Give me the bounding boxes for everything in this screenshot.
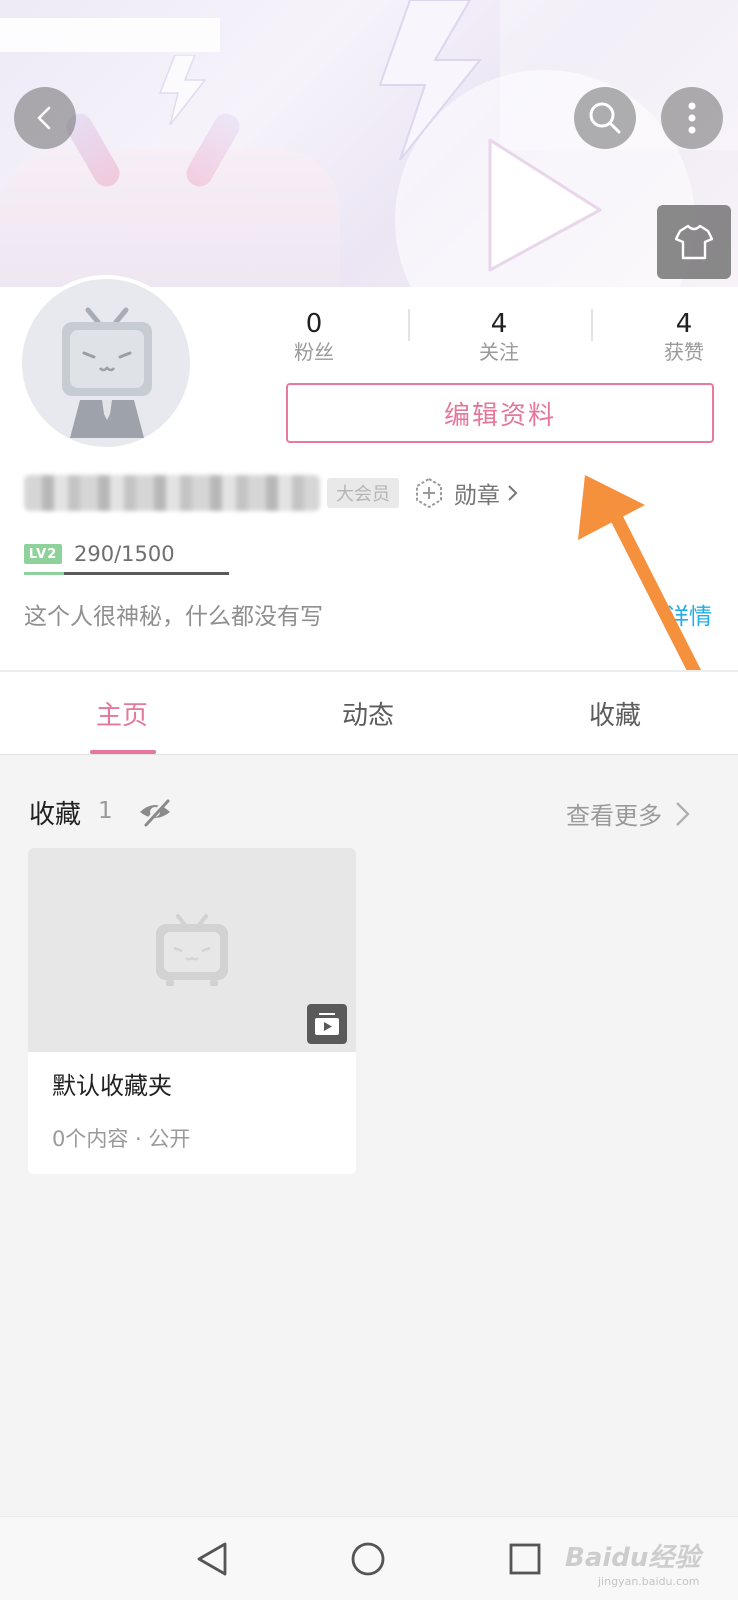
theme-dress-button[interactable] xyxy=(657,205,731,279)
folder-play-badge xyxy=(307,1004,347,1044)
banner-bolt-decoration xyxy=(158,55,207,125)
chevron-right-icon xyxy=(508,485,518,501)
banner-decoration xyxy=(0,150,340,287)
profile-banner xyxy=(0,0,738,287)
profile-tabs: 主页 动态 收藏 xyxy=(0,670,738,755)
more-icon xyxy=(688,102,696,134)
watermark-url: jingyan.baidu.com xyxy=(598,1575,700,1588)
favorite-folder-card[interactable]: 默认收藏夹 0个内容 · 公开 xyxy=(28,848,356,1174)
nav-home-icon xyxy=(351,1542,385,1576)
tab-dynamic[interactable]: 动态 xyxy=(293,672,443,755)
medal-link[interactable]: 勋章 xyxy=(414,473,518,513)
vip-badge[interactable]: 大会员 xyxy=(327,478,399,508)
theme-shirt-icon xyxy=(675,224,713,260)
favorites-title: 收藏 xyxy=(29,800,82,830)
folder-meta: 0个内容 · 公开 xyxy=(52,1127,191,1151)
watermark-logo: Baidu经验 xyxy=(565,1543,701,1573)
tab-favorites[interactable]: 收藏 xyxy=(540,672,690,755)
fans-count[interactable]: 0 粉丝 xyxy=(254,309,374,365)
avatar[interactable] xyxy=(18,275,194,451)
system-nav-bar: Baidu经验 jingyan.baidu.com xyxy=(0,1516,738,1600)
following-value: 4 xyxy=(490,309,508,339)
likes-label: 获赞 xyxy=(664,340,704,364)
more-options-button[interactable] xyxy=(661,87,723,149)
banner-decoration xyxy=(0,18,220,52)
medal-label: 勋章 xyxy=(454,483,500,509)
view-more-label: 查看更多 xyxy=(566,802,662,830)
nav-home-button[interactable] xyxy=(346,1537,390,1581)
active-tab-indicator xyxy=(90,750,156,754)
exp-text: 290/1500 xyxy=(74,542,175,566)
eye-off-icon[interactable] xyxy=(137,794,173,828)
level-badge: LV2 xyxy=(24,544,62,564)
folder-thumbnail xyxy=(28,848,356,1052)
banner-play-decoration xyxy=(488,138,602,272)
chevron-right-icon xyxy=(676,801,690,826)
fans-value: 0 xyxy=(305,309,323,339)
level-info: LV2 290/1500 xyxy=(24,539,175,569)
username-redacted xyxy=(24,475,320,511)
back-button[interactable] xyxy=(14,87,76,149)
tv-mascot-icon xyxy=(62,307,152,438)
nav-recent-button[interactable] xyxy=(503,1537,547,1581)
folder-name: 默认收藏夹 xyxy=(52,1072,172,1100)
tv-placeholder-icon xyxy=(156,914,228,986)
divider xyxy=(591,309,593,341)
banner-bolt-decoration xyxy=(378,0,483,160)
divider xyxy=(408,309,410,341)
search-button[interactable] xyxy=(574,87,636,149)
tab-home[interactable]: 主页 xyxy=(47,672,197,755)
medal-icon xyxy=(416,478,442,508)
nav-back-button[interactable] xyxy=(190,1537,234,1581)
bio-text: 这个人很神秘，什么都没有写 xyxy=(24,604,323,630)
edit-profile-button[interactable]: 编辑资料 xyxy=(286,383,714,443)
exp-progress-fill xyxy=(24,572,64,575)
likes-count[interactable]: 4 获赞 xyxy=(624,309,738,365)
likes-value: 4 xyxy=(675,309,693,339)
favorites-count: 1 xyxy=(98,798,113,824)
back-icon xyxy=(37,106,51,130)
search-icon xyxy=(589,102,621,134)
following-count[interactable]: 4 关注 xyxy=(439,309,559,365)
exp-progress-bar xyxy=(24,572,229,575)
nav-recent-icon xyxy=(509,1543,541,1575)
fans-label: 粉丝 xyxy=(294,340,334,364)
following-label: 关注 xyxy=(479,340,519,364)
folder-play-icon xyxy=(315,1013,339,1035)
view-more-link[interactable]: 查看更多 xyxy=(566,796,692,831)
favorites-header: 收藏 1 查看更多 xyxy=(0,790,738,834)
nav-back-icon xyxy=(197,1542,227,1576)
